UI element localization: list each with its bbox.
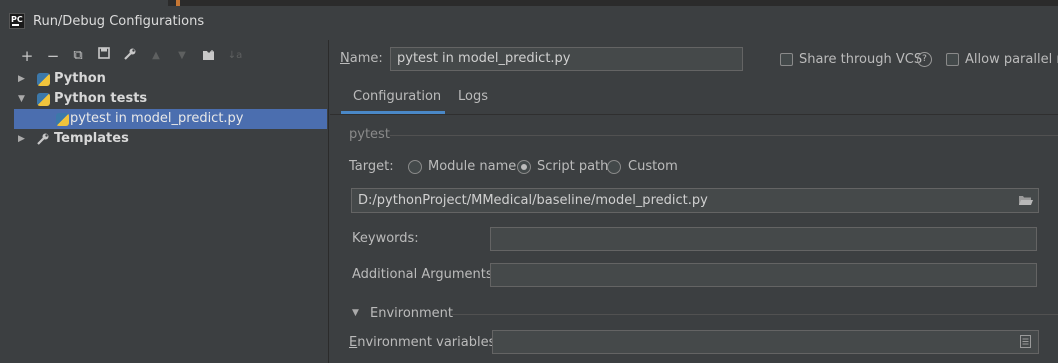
python-tests-icon — [37, 93, 50, 106]
additional-arguments-label: Additional Arguments: — [352, 267, 498, 282]
share-vcs-checkbox[interactable] — [780, 53, 793, 66]
radio-script-path-label: Script path — [537, 159, 609, 174]
folder-icon[interactable] — [199, 46, 219, 66]
env-vars-label: Environment variables: — [349, 335, 500, 350]
tree-item-python[interactable]: ▶ Python — [14, 69, 327, 89]
collapse-arrow-icon[interactable]: ▼ — [18, 94, 28, 104]
env-vars-input[interactable] — [492, 330, 1039, 354]
save-icon[interactable] — [94, 46, 114, 66]
tab-logs[interactable]: Logs — [458, 84, 488, 114]
collapse-arrow-icon[interactable]: ▼ — [352, 308, 359, 318]
remove-icon[interactable]: − — [43, 46, 63, 66]
copy-icon[interactable]: ⧉ — [68, 46, 88, 66]
window-title: Run/Debug Configurations — [33, 14, 205, 29]
expand-arrow-icon[interactable]: ▶ — [18, 74, 28, 84]
tree-item-label: Templates — [54, 131, 129, 146]
radio-module-name-label: Module name — [428, 159, 517, 174]
section-title: pytest — [349, 127, 390, 142]
tree-item-label: pytest in model_predict.py — [70, 111, 244, 126]
radio-custom-label: Custom — [628, 159, 678, 174]
add-icon[interactable]: + — [17, 46, 37, 66]
environment-section-title[interactable]: Environment — [370, 306, 453, 321]
tree-item-templates[interactable]: ▶ Templates — [14, 129, 327, 149]
section-separator — [390, 135, 1058, 136]
wrench-icon[interactable] — [120, 46, 140, 66]
wrench-icon — [36, 132, 50, 153]
expand-arrow-icon[interactable]: ▶ — [18, 134, 28, 144]
tab-divider — [330, 114, 1058, 115]
allow-parallel-label: Allow parallel ru — [965, 52, 1058, 67]
sort-icon[interactable]: ↓a — [225, 46, 245, 66]
radio-custom[interactable] — [607, 160, 621, 174]
edit-env-vars-icon[interactable] — [1020, 335, 1031, 352]
browse-folder-icon[interactable] — [1018, 194, 1033, 210]
tree-item-label: Python — [54, 71, 106, 86]
name-label: Name: — [340, 51, 383, 66]
move-down-icon[interactable]: ▼ — [172, 46, 192, 66]
keywords-label: Keywords: — [352, 231, 419, 246]
python-icon — [37, 73, 50, 86]
tree-item-pytest-config[interactable]: pytest in model_predict.py — [14, 109, 327, 129]
pytest-config-icon — [56, 113, 69, 126]
name-field[interactable]: pytest in model_predict.py — [390, 47, 743, 71]
allow-parallel-checkbox[interactable] — [946, 53, 959, 66]
share-vcs-label: Share through VCS — [799, 52, 923, 67]
environment-separator — [452, 314, 1058, 315]
tree-item-label: Python tests — [54, 91, 148, 106]
additional-arguments-input[interactable] — [490, 263, 1037, 287]
script-path-field[interactable]: D:/pythonProject/MMedical/baseline/model… — [351, 188, 1039, 213]
keywords-input[interactable] — [490, 227, 1037, 251]
splitter[interactable] — [328, 40, 329, 363]
background-window-strip — [168, 0, 1058, 6]
tab-configuration[interactable]: Configuration — [341, 84, 445, 114]
help-icon[interactable]: ? — [917, 52, 932, 67]
tree-item-python-tests[interactable]: ▼ Python tests — [14, 89, 327, 109]
pycharm-app-icon: PC — [9, 13, 25, 29]
target-label: Target: — [349, 159, 394, 174]
radio-module-name[interactable] — [408, 160, 422, 174]
radio-script-path[interactable] — [517, 160, 531, 174]
move-up-icon[interactable]: ▲ — [146, 46, 166, 66]
